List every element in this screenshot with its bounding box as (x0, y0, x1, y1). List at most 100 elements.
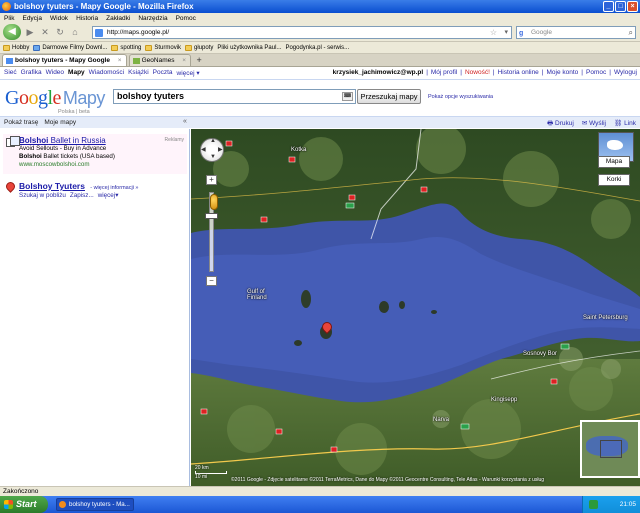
pan-down-icon[interactable]: ▼ (210, 154, 216, 160)
clock: 21:05 (619, 501, 636, 508)
get-directions-link[interactable]: Pokaż trasę (4, 119, 38, 126)
zoom-in-button[interactable]: + (206, 175, 217, 185)
bookmark-item[interactable]: Hobby (3, 44, 29, 51)
menu-history[interactable]: Historia (76, 15, 98, 22)
search-icon[interactable]: ⌕ (629, 27, 633, 38)
overview-minimap[interactable] (580, 420, 640, 478)
link-my-profile[interactable]: Mój profil (431, 69, 457, 76)
link-help[interactable]: Pomoc (586, 69, 606, 76)
collapse-panel-icon[interactable]: « (183, 118, 187, 125)
map-label-sosnovy: Sosnovy Bor (523, 351, 558, 357)
link-web-history[interactable]: Historia online (498, 69, 539, 76)
account-links: krzysiek_jachimowicz@wp.pl | Mój profil | … (332, 69, 637, 76)
gbar-link-news[interactable]: Wiadomości (89, 69, 124, 77)
pan-right-icon[interactable]: ▶ (218, 146, 223, 153)
map-label-kotka: Kotka (291, 147, 307, 153)
search-result: Bolshoy Tyuters - więcej informacji » Sz… (3, 180, 187, 199)
search-engine-box[interactable]: g Google ⌕ (516, 26, 636, 39)
my-maps-link[interactable]: Moje mapy (44, 119, 76, 126)
new-tab-button[interactable]: + (193, 54, 205, 66)
bookmark-star-icon[interactable]: ☆ (490, 27, 497, 38)
marker-pin-icon[interactable] (4, 180, 17, 193)
status-bar: Zakończono (0, 486, 640, 496)
close-button[interactable]: × (627, 1, 638, 12)
google-bar-links: Sieć Grafika Wideo Mapy Wiadomości Książ… (4, 69, 200, 77)
scale-bar: 20 km 10 mi (195, 465, 227, 480)
bookmark-item[interactable]: Pliki użytkownika Paul... (0, 45, 281, 115)
map-type-button[interactable]: Mapa (598, 156, 630, 168)
bookmark-item[interactable]: Pogodynka.pl - serwis... (0, 45, 349, 115)
sponsored-label: Reklamy (164, 137, 184, 143)
pan-left-icon[interactable]: ◀ (201, 146, 206, 153)
menu-bookmarks[interactable]: Zakładki (106, 15, 130, 22)
system-tray: 21:05 (582, 496, 640, 513)
gbar-link-web[interactable]: Sieć (4, 69, 17, 77)
gbar-link-maps[interactable]: Mapy (68, 69, 85, 77)
back-button[interactable]: ◀ (3, 24, 21, 40)
search-maps-button[interactable]: Przeszukaj mapy (357, 89, 421, 104)
gbar-link-mail[interactable]: Poczta (153, 69, 173, 77)
minimize-button[interactable]: _ (603, 1, 614, 12)
site-favicon-icon (95, 29, 103, 37)
more-dropdown-link[interactable]: więcej▾ (98, 192, 119, 199)
search-options-link[interactable]: Pokaż opcje wyszukiwania (428, 94, 493, 100)
bookmarks-toolbar: Hobby Darmowe Filmy Downl... spotting St… (0, 42, 640, 115)
menu-file[interactable]: Plik (4, 15, 14, 22)
home-icon[interactable]: ⌂ (69, 25, 81, 39)
save-link[interactable]: Zapisz... (70, 192, 94, 199)
tab-close-icon[interactable]: × (182, 57, 186, 64)
minimap-viewport[interactable] (600, 440, 622, 458)
stop-icon[interactable]: ✕ (39, 25, 51, 39)
menu-tools[interactable]: Narzędzia (138, 15, 167, 22)
forward-button[interactable]: ▶ (24, 25, 36, 39)
gbar-link-images[interactable]: Grafika (21, 69, 42, 77)
bookmark-item[interactable]: Sturmovik (145, 44, 181, 51)
zoom-out-button[interactable]: − (206, 276, 217, 286)
map-label-gulf: Gulf of Finland (247, 289, 267, 301)
bookmark-item[interactable]: głupoty (185, 44, 213, 51)
maps-search-input[interactable]: bolshoy tyuters ⌨ (113, 89, 356, 104)
ad-url: www.moscowbolshoi.com (19, 161, 90, 168)
address-bar[interactable]: http://maps.google.pl/ ☆ ▾ (92, 26, 512, 39)
maximize-button[interactable]: □ (615, 1, 626, 12)
zoom-slider-thumb[interactable] (205, 213, 218, 219)
google-maps-favicon-icon (6, 58, 13, 64)
map-canvas[interactable]: Gulf of Finland Kotka Saint Petersburg N… (191, 129, 640, 486)
google-bar-divider (0, 79, 640, 80)
bookmark-item[interactable]: spotting (111, 44, 141, 51)
menu-edit[interactable]: Edycja (22, 15, 42, 22)
bookmark-item[interactable]: Darmowe Filmy Downl... (33, 44, 107, 51)
traffic-button[interactable]: Korki (598, 174, 630, 186)
history-dropdown-icon[interactable]: ▾ (504, 27, 508, 38)
tab-google-maps[interactable]: bolshoy tyuters - Mapy Google × (2, 54, 127, 66)
map-label-spb: Saint Petersburg (583, 315, 628, 321)
menu-help[interactable]: Pomoc (176, 15, 196, 22)
google-maps-logo[interactable]: Google Mapy (5, 87, 105, 110)
map-attribution: ©2011 Google - Zdjęcie satelitarne ©2011… (231, 477, 545, 483)
result-title-link[interactable]: Bolshoy Tyuters (19, 181, 85, 191)
pegman-icon[interactable] (210, 194, 218, 210)
pan-control[interactable]: ▲ ▼ ◀ ▶ (200, 138, 224, 162)
pan-up-icon[interactable]: ▲ (210, 138, 216, 144)
gbar-link-video[interactable]: Wideo (46, 69, 64, 77)
gbar-link-more[interactable]: więcej ▾ (177, 69, 200, 77)
link-new[interactable]: Nowość! (465, 69, 490, 76)
folder-icon (111, 44, 119, 51)
more-info-link[interactable]: - więcej informacji » (90, 185, 138, 191)
link-logout[interactable]: Wyloguj (614, 69, 637, 76)
gbar-link-books[interactable]: Książki (128, 69, 149, 77)
ad-title[interactable]: Bolshoi Ballet in Russia (19, 136, 185, 145)
tab-geonames[interactable]: GeoNames × (128, 54, 192, 66)
keyboard-icon[interactable]: ⌨ (342, 92, 353, 101)
menu-view[interactable]: Widok (50, 15, 68, 22)
start-button[interactable]: Start (0, 496, 48, 513)
search-nearby-link[interactable]: Szukaj w pobliżu (19, 192, 66, 199)
link-my-account[interactable]: Moje konto (547, 69, 579, 76)
sponsored-ad[interactable]: Reklamy Bolshoi Ballet in Russia Avoid S… (3, 134, 187, 174)
reload-icon[interactable]: ↻ (54, 25, 66, 39)
tab-close-icon[interactable]: × (118, 57, 122, 64)
tray-app-icon[interactable] (589, 500, 598, 509)
taskbar-firefox-item[interactable]: bolshoy tyuters - Ma... (56, 498, 134, 511)
geonames-favicon-icon (132, 58, 140, 64)
ad-line: Bolshoi Ballet tickets (USA based) (19, 153, 115, 160)
